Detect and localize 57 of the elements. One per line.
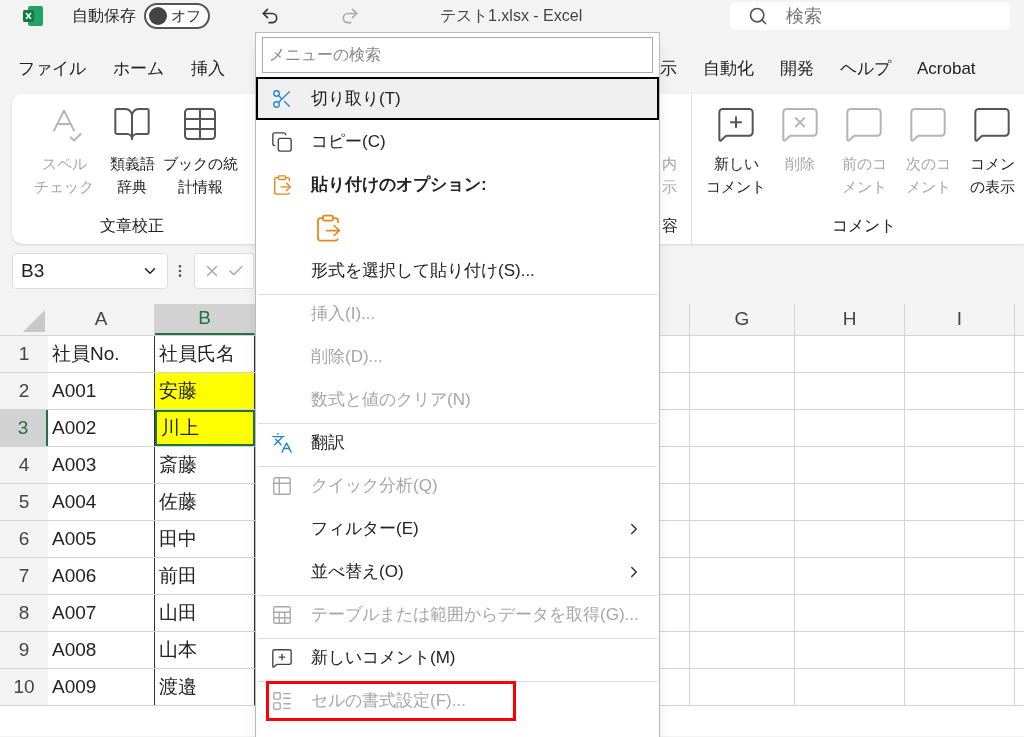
row-header[interactable]: 10: [0, 669, 48, 705]
group-label: 文章校正: [100, 216, 164, 236]
ribbon-tab[interactable]: 示: [660, 56, 677, 82]
window-title: テスト1.xlsx - Excel: [440, 6, 583, 26]
toggle-switch[interactable]: オフ: [144, 3, 210, 29]
menu-heading: 貼り付けのオプション:: [256, 163, 659, 206]
redo-icon[interactable]: [340, 6, 360, 26]
row-header[interactable]: 3: [0, 410, 48, 446]
table-cell: 川上: [155, 410, 255, 446]
ribbon-tab[interactable]: 挿入: [191, 56, 225, 82]
search-icon: [748, 6, 768, 26]
menu-search-field[interactable]: メニューの検索: [262, 37, 653, 73]
ribbon-tab[interactable]: Acrobat: [917, 56, 976, 82]
spreadsheet-logo-icon: [22, 5, 44, 27]
toggle-knob: [149, 7, 167, 25]
row-header[interactable]: 4: [0, 447, 48, 483]
row-header[interactable]: 7: [0, 558, 48, 594]
row-header[interactable]: 8: [0, 595, 48, 631]
ribbon-button[interactable]: コメン の表示: [969, 152, 1015, 198]
menu-item[interactable]: 翻訳: [256, 421, 659, 464]
ribbon-tab[interactable]: 自動化: [703, 56, 754, 82]
row-header[interactable]: 9: [0, 632, 48, 668]
clipboard-icon: [271, 173, 293, 196]
row-header[interactable]: 6: [0, 521, 48, 557]
ribbon-button[interactable]: ブックの統 計情報: [162, 152, 238, 198]
ribbon-tab[interactable]: ヘルプ: [840, 56, 891, 82]
menu-item[interactable]: 形式を選択して貼り付け(S)...: [256, 249, 659, 292]
menu-item[interactable]: フィルター(E): [256, 507, 659, 550]
scissors-icon: [271, 87, 293, 110]
ribbon-tab[interactable]: ファイル: [18, 56, 86, 82]
triangle-icon: [23, 310, 45, 332]
comment-plus-icon: [271, 646, 293, 669]
translate-icon: [271, 431, 293, 454]
group-label: コメント: [832, 216, 896, 236]
search-field[interactable]: 検索: [730, 2, 1010, 30]
autosave-label: 自動保存: [72, 6, 136, 26]
menu-item[interactable]: 並べ替え(O): [256, 550, 659, 593]
table-icon: [271, 603, 293, 626]
ribbon-tab[interactable]: 開発: [780, 56, 814, 82]
copy-icon: [271, 130, 293, 153]
ribbon-button[interactable]: 新しい コメント: [706, 152, 766, 198]
undo-icon[interactable]: [260, 6, 280, 26]
table-cell: 安藤: [155, 373, 255, 409]
table-icon: [271, 474, 293, 497]
toggle-label: オフ: [171, 5, 201, 26]
row-header[interactable]: 5: [0, 484, 48, 520]
menu-item[interactable]: コピー(C): [256, 120, 659, 163]
ribbon-button[interactable]: 類義語 辞典: [109, 152, 155, 198]
group-label: 容: [662, 216, 678, 236]
name-box[interactable]: B3: [12, 253, 168, 289]
row-header[interactable]: 2: [0, 373, 48, 409]
list-icon: [271, 689, 293, 712]
ribbon-tab[interactable]: ホーム: [113, 56, 164, 82]
menu-item[interactable]: 切り取り(T): [256, 77, 659, 120]
row-header[interactable]: 1: [0, 336, 48, 372]
column-header[interactable]: B: [155, 304, 255, 335]
menu-item[interactable]: 新しいコメント(M): [256, 636, 659, 679]
